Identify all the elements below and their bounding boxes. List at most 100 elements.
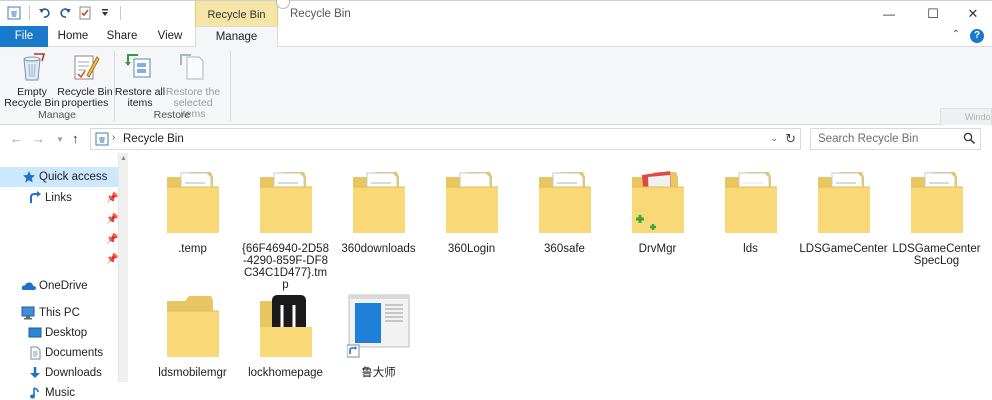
nav-item-quick-access[interactable]: Quick access: [0, 167, 118, 187]
recycle-bin-location-icon: [95, 132, 109, 149]
ribbon-tab-bar: File Home Share View Manage ⌃ ?: [0, 26, 992, 48]
nav-item-downloads[interactable]: Downloads: [0, 363, 118, 383]
list-item[interactable]: ldsmobilemgr: [146, 291, 239, 379]
tab-home[interactable]: Home: [52, 26, 94, 47]
list-item[interactable]: DrvMgr: [611, 167, 704, 255]
pin-icon[interactable]: 📌: [106, 254, 118, 265]
folder-icon: [347, 167, 411, 239]
download-arrow-icon: [28, 366, 42, 380]
redo-icon[interactable]: [57, 5, 73, 21]
nav-label: Links: [45, 192, 72, 204]
minimize-button[interactable]: —: [866, 1, 912, 27]
collapse-ribbon-icon[interactable]: ⌃: [952, 29, 960, 40]
folder-icon: [254, 167, 318, 239]
customize-toolbar-icon[interactable]: [97, 5, 113, 21]
nav-label: Downloads: [45, 367, 102, 379]
cursor-ring-icon: [276, 0, 290, 9]
nav-label: Music: [45, 387, 76, 399]
list-item[interactable]: lockhomepage: [239, 291, 332, 379]
close-button[interactable]: ✕: [950, 1, 992, 27]
nav-item-music[interactable]: Music: [0, 383, 118, 400]
item-label: 360downloads: [341, 243, 416, 255]
search-box[interactable]: Search Recycle Bin: [810, 128, 981, 150]
music-note-icon: [28, 386, 42, 400]
computer-icon: [21, 306, 35, 320]
nav-item-desktop[interactable]: Desktop: [0, 323, 118, 343]
context-tab-title: Recycle Bin Tools: [195, 1, 278, 49]
properties-icon: [69, 51, 101, 83]
pin-icon[interactable]: 📌: [106, 214, 118, 225]
nav-item-documents[interactable]: Documents: [0, 343, 118, 363]
folder-icon: [161, 291, 225, 363]
forward-arrow-icon[interactable]: →: [32, 131, 45, 146]
breadcrumb-recycle-bin[interactable]: Recycle Bin: [123, 133, 184, 145]
address-dropdown-icon[interactable]: ⌄: [770, 133, 778, 144]
list-item[interactable]: 360Login: [425, 167, 518, 255]
list-item[interactable]: .temp: [146, 167, 239, 255]
desktop-icon: [28, 326, 42, 340]
list-item[interactable]: LDSGameCenter: [797, 167, 890, 255]
list-item[interactable]: 360safe: [518, 167, 611, 255]
ribbon-group-restore: Restore: [153, 109, 191, 121]
item-label: lds: [743, 243, 758, 255]
back-arrow-icon[interactable]: ←: [10, 131, 23, 146]
window-title: Recycle Bin: [290, 8, 351, 20]
pin-icon[interactable]: 📌: [106, 234, 118, 245]
nav-item-this-pc[interactable]: This PC: [0, 303, 118, 323]
address-row: ← → ▼ ↑ › Recycle Bin ⌄ ↻ Search Recycle…: [0, 125, 992, 153]
nav-item-links[interactable]: Links: [0, 188, 118, 208]
folder-red-document-icon: [626, 167, 690, 239]
documents-icon: [28, 346, 42, 360]
item-label: LDSGameCenter: [799, 243, 888, 255]
file-list: .temp {66F46940-2D58-4290-859F-DF8C34C1D…: [128, 153, 992, 400]
recycle-bin-properties-button[interactable]: Recycle Bin properties: [57, 51, 113, 109]
folder-music-icon: [254, 291, 318, 363]
empty-recycle-bin-button[interactable]: Empty Recycle Bin: [4, 51, 60, 109]
ribbon-group-manage: Manage: [38, 109, 76, 121]
nav-pane-scrollbar[interactable]: ▲: [118, 153, 128, 382]
help-icon[interactable]: ?: [970, 29, 984, 43]
ribbon: Empty Recycle Bin Recycle Bin properties…: [0, 47, 992, 125]
tab-manage[interactable]: Manage: [195, 26, 278, 48]
ribbon-group-divider: [230, 51, 231, 121]
nav-label: OneDrive: [39, 280, 88, 292]
item-label: {66F46940-2D58-4290-859F-DF8C34C1D477}.t…: [242, 243, 329, 291]
recycle-bin-small-icon[interactable]: [6, 5, 22, 21]
nav-label: Quick access: [39, 171, 108, 183]
folder-icon: [905, 167, 969, 239]
list-item[interactable]: lds: [704, 167, 797, 255]
item-label: LDSGameCenterSpecLog: [892, 243, 981, 267]
list-item[interactable]: 360downloads: [332, 167, 425, 255]
toolbar-separator: [29, 6, 30, 20]
list-item[interactable]: LDSGameCenterSpecLog: [890, 167, 983, 267]
search-icon[interactable]: [963, 132, 976, 148]
windows-watermark: Windo: [940, 108, 992, 126]
up-arrow-icon[interactable]: ↑: [72, 131, 79, 146]
address-bar[interactable]: › Recycle Bin ⌄ ↻: [90, 128, 801, 150]
restore-selected-icon: [177, 51, 209, 83]
cloud-icon: [21, 279, 36, 293]
breadcrumb-chevron-icon[interactable]: ›: [112, 132, 115, 143]
item-label: 360Login: [447, 243, 496, 255]
quick-access-toolbar: [6, 5, 124, 21]
list-item[interactable]: {66F46940-2D58-4290-859F-DF8C34C1D477}.t…: [239, 167, 332, 291]
navigation-pane: Quick access Links 📌 📌 📌 📌 OneDrive This…: [0, 153, 128, 400]
list-item[interactable]: 鲁大师: [332, 291, 425, 379]
recycle-bin-properties-label: Recycle Bin properties: [57, 86, 113, 109]
tab-file[interactable]: File: [0, 26, 48, 47]
item-label: .temp: [178, 243, 207, 255]
folder-icon: [161, 167, 225, 239]
tab-share[interactable]: Share: [100, 26, 144, 47]
tab-view[interactable]: View: [150, 26, 190, 47]
properties-check-icon[interactable]: [77, 5, 93, 21]
item-label: ldsmobilemgr: [158, 367, 227, 379]
restore-all-items-label: Restore all items: [114, 86, 166, 109]
refresh-icon[interactable]: ↻: [785, 131, 796, 147]
pin-icon[interactable]: 📌: [106, 193, 118, 204]
undo-icon[interactable]: [37, 5, 53, 21]
recent-locations-chevron-icon[interactable]: ▼: [56, 135, 64, 144]
restore-all-items-button[interactable]: Restore all items: [112, 51, 168, 109]
nav-label: Documents: [45, 347, 104, 359]
nav-item-onedrive[interactable]: OneDrive: [0, 276, 118, 296]
scroll-up-arrow-icon[interactable]: ▲: [120, 155, 127, 162]
